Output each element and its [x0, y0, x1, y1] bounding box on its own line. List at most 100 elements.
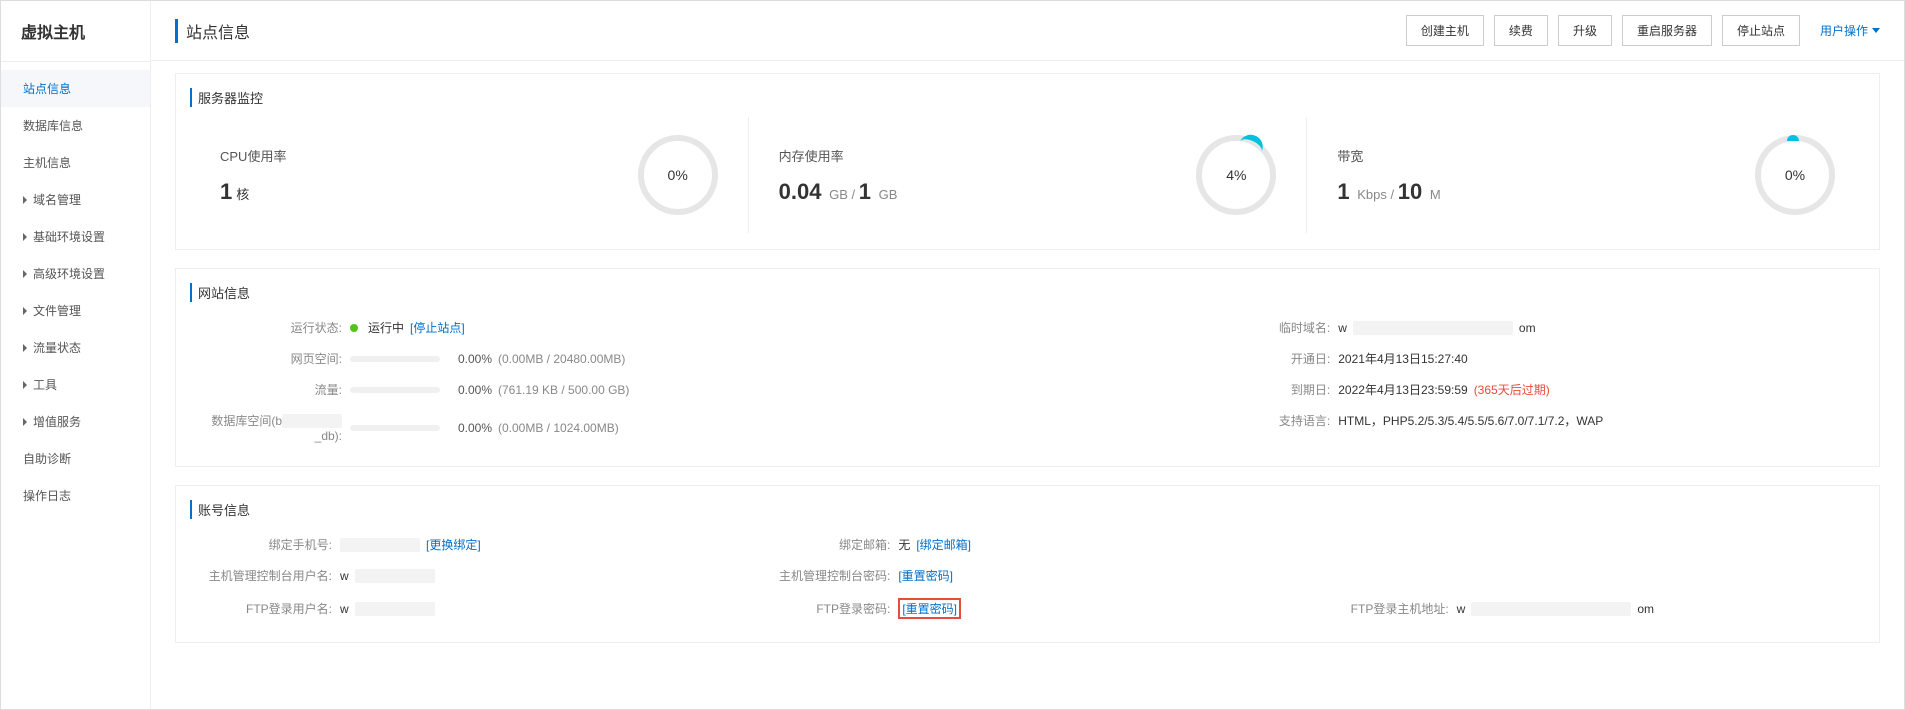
mem-label: 内存使用率: [779, 146, 898, 165]
redacted-ftp-user: x: [355, 602, 435, 616]
caret-icon: [23, 233, 27, 241]
db-space-pct: 0.00%: [446, 421, 492, 435]
panel-title-monitor: 服务器监控: [190, 88, 1865, 107]
bind-email-label: 绑定邮箱:: [748, 536, 898, 553]
sidebar-item-host-info[interactable]: 主机信息: [1, 144, 150, 181]
sidebar-title: 虚拟主机: [1, 1, 150, 62]
sidebar-item-tools[interactable]: 工具: [1, 366, 150, 403]
account-info-panel: 账号信息 绑定手机号: x [更换绑定] 绑定邮箱: 无 [绑定邮箱]: [175, 485, 1880, 643]
sidebar-item-adv-env[interactable]: 高级环境设置: [1, 255, 150, 292]
redacted-phone: x: [340, 538, 420, 552]
ftp-host-label: FTP登录主机地址:: [1307, 600, 1457, 617]
monitor-bw: 带宽 1 Kbps / 10 M 0%: [1307, 117, 1865, 233]
page-title: 站点信息: [175, 19, 250, 43]
bw-unit-b: M: [1430, 187, 1441, 202]
status-dot-icon: [350, 324, 358, 332]
bw-value-a: 1: [1337, 179, 1349, 204]
caret-icon: [23, 344, 27, 352]
server-monitor-panel: 服务器监控 CPU使用率 1核 0% 内存使用率 0.04: [175, 73, 1880, 250]
reset-ftp-pwd-link[interactable]: [重置密码]: [898, 598, 961, 619]
temp-domain-label: 临时域名:: [1178, 319, 1338, 336]
run-status-label: 运行状态:: [190, 319, 350, 336]
flow-label: 流量:: [190, 381, 350, 398]
bind-phone-label: 绑定手机号:: [190, 536, 340, 553]
mem-unit-b: GB: [879, 187, 898, 202]
expire-label: 到期日:: [1178, 381, 1338, 398]
user-operations-dropdown[interactable]: 用户操作: [1810, 22, 1880, 39]
monitor-row: CPU使用率 1核 0% 内存使用率 0.04 GB / 1 GB: [190, 117, 1865, 233]
db-space-progress: [350, 425, 440, 431]
caret-icon: [23, 270, 27, 278]
sidebar-item-op-log[interactable]: 操作日志: [1, 477, 150, 514]
ftp-user-prefix: w: [340, 602, 349, 616]
console-user-prefix: w: [340, 569, 349, 583]
chevron-down-icon: [1872, 28, 1880, 33]
sidebar-item-files[interactable]: 文件管理: [1, 292, 150, 329]
console-pwd-label: 主机管理控制台密码:: [748, 567, 898, 584]
redacted-ftp-host: x: [1471, 602, 1631, 616]
renew-button[interactable]: 续费: [1494, 15, 1548, 46]
bw-unit-a: Kbps /: [1357, 187, 1394, 202]
redacted-db-name: x: [282, 414, 342, 428]
bind-email-value: 无: [898, 536, 910, 553]
open-date-value: 2021年4月13日15:27:40: [1338, 350, 1467, 367]
sidebar-item-basic-env[interactable]: 基础环境设置: [1, 218, 150, 255]
ftp-host-suffix: om: [1637, 602, 1654, 616]
redacted-temp-domain: x: [1353, 321, 1513, 335]
sidebar-nav: 站点信息 数据库信息 主机信息 域名管理 基础环境设置 高级环境设置 文件管理 …: [1, 62, 150, 514]
upgrade-button[interactable]: 升级: [1558, 15, 1612, 46]
web-space-pct: 0.00%: [446, 352, 492, 366]
content: 服务器监控 CPU使用率 1核 0% 内存使用率 0.04: [151, 61, 1904, 709]
expire-note: (365天后过期): [1474, 381, 1550, 398]
page-header: 站点信息 创建主机 续费 升级 重启服务器 停止站点 用户操作: [151, 1, 1904, 61]
restart-server-button[interactable]: 重启服务器: [1622, 15, 1712, 46]
panel-title-site: 网站信息: [190, 283, 1865, 302]
web-space-progress: [350, 356, 440, 362]
redacted-console-user: x: [355, 569, 435, 583]
stop-site-link[interactable]: [停止站点]: [410, 319, 465, 336]
db-space-label: 数据库空间(bx_db):: [190, 412, 350, 443]
cpu-unit: 核: [236, 187, 249, 202]
monitor-cpu: CPU使用率 1核 0%: [190, 117, 749, 233]
sidebar-item-vas[interactable]: 增值服务: [1, 403, 150, 440]
ftp-host-prefix: w: [1457, 602, 1466, 616]
bw-ring-chart: 0%: [1755, 135, 1835, 215]
temp-domain-suffix: om: [1519, 321, 1536, 335]
console-user-label: 主机管理控制台用户名:: [190, 567, 340, 584]
run-status-value: 运行中: [368, 319, 404, 336]
temp-domain-prefix: w: [1338, 321, 1347, 335]
flow-detail: (761.19 KB / 500.00 GB): [498, 383, 629, 397]
sidebar-item-db-info[interactable]: 数据库信息: [1, 107, 150, 144]
header-actions: 创建主机 续费 升级 重启服务器 停止站点 用户操作: [1406, 15, 1880, 46]
sidebar-item-domain[interactable]: 域名管理: [1, 181, 150, 218]
lang-label: 支持语言:: [1178, 412, 1338, 429]
main: 站点信息 创建主机 续费 升级 重启服务器 停止站点 用户操作 服务器监控: [151, 1, 1904, 709]
caret-icon: [23, 381, 27, 389]
sidebar-item-traffic[interactable]: 流量状态: [1, 329, 150, 366]
sidebar-item-self-diag[interactable]: 自助诊断: [1, 440, 150, 477]
web-space-label: 网页空间:: [190, 350, 350, 367]
sidebar-item-site-info[interactable]: 站点信息: [1, 70, 150, 107]
create-host-button[interactable]: 创建主机: [1406, 15, 1484, 46]
app-root: 虚拟主机 站点信息 数据库信息 主机信息 域名管理 基础环境设置 高级环境设置 …: [0, 0, 1905, 710]
caret-icon: [23, 307, 27, 315]
monitor-mem: 内存使用率 0.04 GB / 1 GB 4%: [749, 117, 1308, 233]
mem-value-a: 0.04: [779, 179, 822, 204]
caret-icon: [23, 196, 27, 204]
bind-email-link[interactable]: [绑定邮箱]: [916, 536, 971, 553]
cpu-value: 1: [220, 179, 232, 204]
reset-console-pwd-link[interactable]: [重置密码]: [898, 567, 953, 584]
panel-title-account: 账号信息: [190, 500, 1865, 519]
stop-site-button[interactable]: 停止站点: [1722, 15, 1800, 46]
site-info-panel: 网站信息 运行状态: 运行中 [停止站点] 网页空间:: [175, 268, 1880, 467]
sidebar: 虚拟主机 站点信息 数据库信息 主机信息 域名管理 基础环境设置 高级环境设置 …: [1, 1, 151, 709]
cpu-ring-chart: 0%: [638, 135, 718, 215]
ftp-pwd-label: FTP登录密码:: [748, 600, 898, 617]
ftp-user-label: FTP登录用户名:: [190, 600, 340, 617]
change-bind-link[interactable]: [更换绑定]: [426, 536, 481, 553]
flow-progress: [350, 387, 440, 393]
caret-icon: [23, 418, 27, 426]
web-space-detail: (0.00MB / 20480.00MB): [498, 352, 625, 366]
flow-pct: 0.00%: [446, 383, 492, 397]
mem-ring-chart: 4%: [1196, 135, 1276, 215]
